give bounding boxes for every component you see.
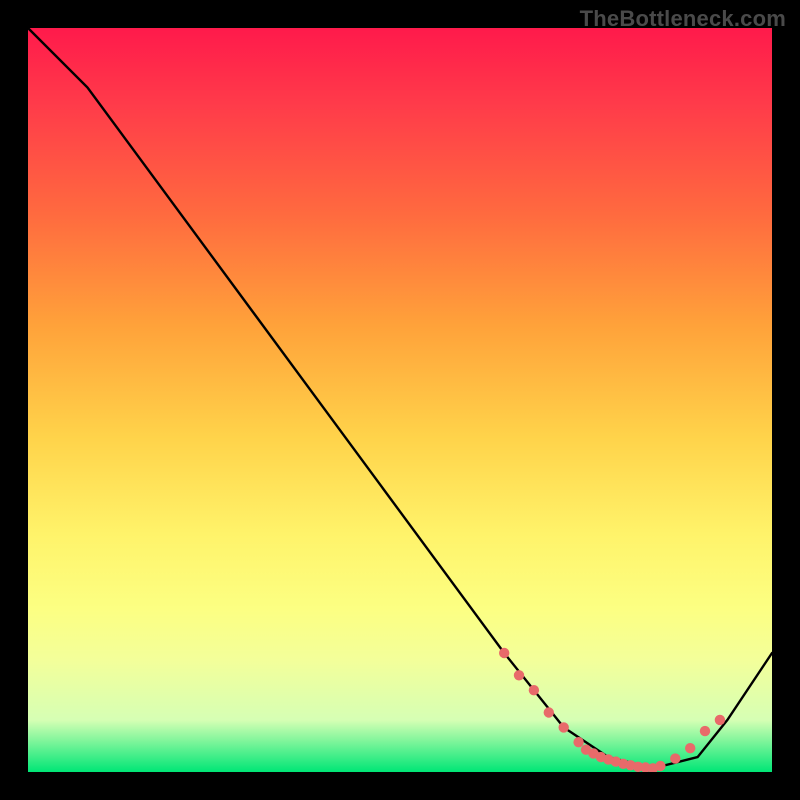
optimum-marker <box>655 761 665 771</box>
optimum-marker <box>700 726 710 736</box>
bottleneck-curve-path <box>28 28 772 768</box>
optimum-marker <box>559 722 569 732</box>
optimum-marker <box>514 670 524 680</box>
watermark-text: TheBottleneck.com <box>580 6 786 32</box>
optimum-marker <box>685 743 695 753</box>
optimum-marker <box>499 648 509 658</box>
optimum-marker <box>670 753 680 763</box>
curve-layer <box>28 28 772 772</box>
optimum-marker <box>544 707 554 717</box>
optimum-marker <box>715 715 725 725</box>
plot-area <box>28 28 772 772</box>
optimum-markers <box>499 648 725 772</box>
optimum-marker <box>529 685 539 695</box>
optimum-marker <box>573 737 583 747</box>
chart-frame: TheBottleneck.com <box>0 0 800 800</box>
